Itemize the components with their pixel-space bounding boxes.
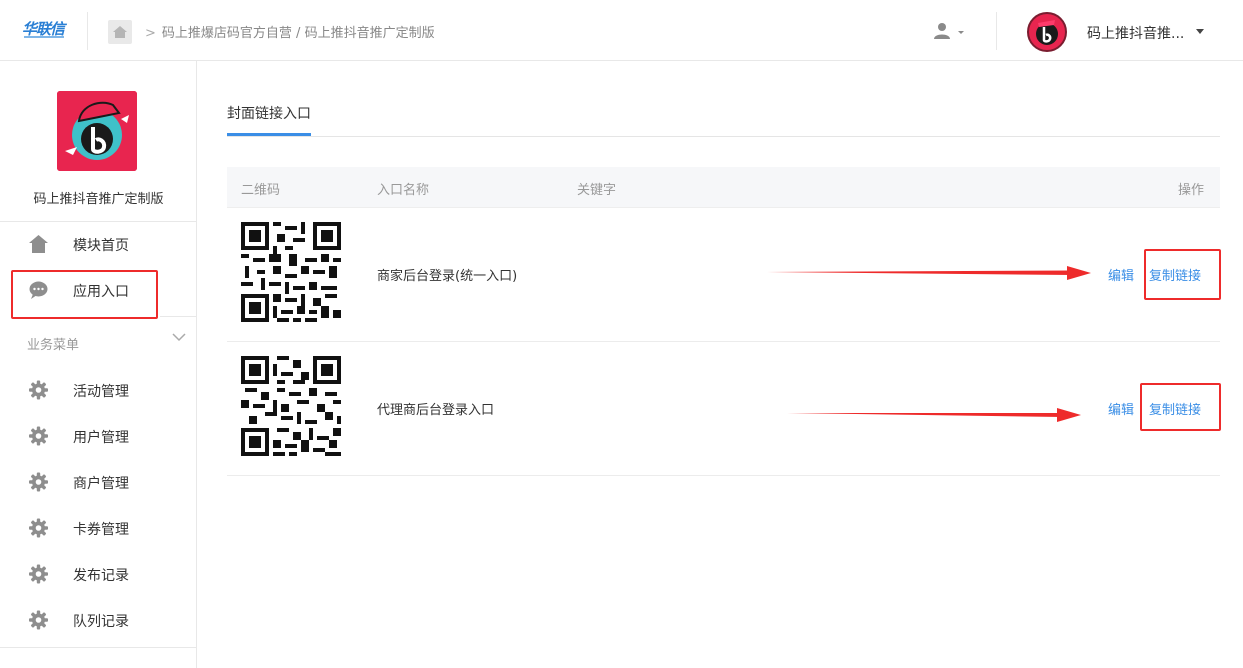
sidebar: 码上推抖音推广定制版 模块首页 应用入口 业务菜单 活动管理 用户管理 商户管理… — [0, 61, 197, 668]
sidebar-item-label: 活动管理 — [73, 384, 129, 400]
divider — [87, 12, 88, 50]
column-header-keyword: 关键字 — [577, 183, 617, 198]
tab-bar: 封面链接入口 — [227, 97, 1220, 137]
top-bar: 华联信 > 码上推爆店码官方自营 / 码上推抖音推广定制版 码上推抖音推... — [0, 0, 1243, 61]
entry-name: 商家后台登录(统一入口) — [377, 269, 518, 284]
sidebar-item-coupons[interactable]: 卡券管理 — [0, 505, 197, 551]
gear-icon — [29, 426, 48, 446]
chevron-right-icon: > — [145, 26, 156, 41]
sidebar-item-label: 卡券管理 — [73, 522, 129, 538]
breadcrumb-item[interactable]: 码上推抖音推广定制版 — [305, 26, 435, 41]
column-header-name: 入口名称 — [377, 183, 430, 198]
sidebar-item-label: 模块首页 — [73, 238, 129, 254]
app-logo-icon — [57, 91, 137, 171]
chevron-down-icon[interactable] — [172, 332, 186, 342]
qr-code-image[interactable] — [241, 356, 341, 456]
sidebar-item-module-home[interactable]: 模块首页 — [0, 221, 197, 267]
breadcrumb: > 码上推爆店码官方自营 / 码上推抖音推广定制版 — [145, 26, 435, 41]
section-title: 业务菜单 — [27, 338, 80, 353]
app-avatar-icon — [1036, 20, 1058, 45]
app-logo — [57, 91, 137, 171]
divider — [996, 12, 997, 50]
user-menu-button[interactable] — [933, 22, 969, 42]
home-icon — [113, 26, 127, 38]
edit-link[interactable]: 编辑 — [1108, 399, 1134, 418]
sidebar-item-users[interactable]: 用户管理 — [0, 413, 197, 459]
caret-down-icon[interactable] — [1196, 29, 1204, 34]
column-header-action: 操作 — [1178, 183, 1205, 198]
sidebar-item-merchants[interactable]: 商户管理 — [0, 459, 197, 505]
sidebar-item-label: 商户管理 — [73, 476, 129, 492]
gear-icon — [29, 380, 48, 400]
annotation-highlight-box — [11, 270, 158, 319]
table-header: 二维码 入口名称 关键字 操作 — [227, 167, 1220, 208]
active-tab-indicator — [227, 133, 311, 136]
sidebar-item-label: 用户管理 — [73, 430, 129, 446]
user-icon — [934, 23, 964, 39]
gear-icon — [29, 564, 48, 584]
account-name[interactable]: 码上推抖音推... — [1087, 23, 1184, 43]
brand-logo-underline — [24, 36, 64, 38]
sidebar-item-label: 发布记录 — [73, 568, 129, 584]
table-row: 代理商后台登录入口 编辑 复制链接 — [227, 342, 1221, 476]
sidebar-item-publish-records[interactable]: 发布记录 — [0, 551, 197, 597]
annotation-arrow — [787, 408, 1081, 422]
brand-logo[interactable]: 华联信 — [22, 18, 66, 44]
sidebar-item-label: 队列记录 — [73, 614, 129, 630]
home-icon — [29, 235, 48, 253]
annotation-highlight-box — [1140, 383, 1221, 431]
app-name: 码上推抖音推广定制版 — [33, 192, 164, 207]
gear-icon — [29, 610, 48, 630]
tab-cover-link-entry[interactable]: 封面链接入口 — [227, 103, 311, 123]
divider — [160, 316, 197, 317]
annotation-arrow — [767, 266, 1091, 280]
entry-name: 代理商后台登录入口 — [377, 403, 495, 418]
home-button[interactable] — [108, 20, 132, 44]
gear-icon — [29, 472, 48, 492]
qr-code-image[interactable] — [241, 222, 341, 322]
edit-link[interactable]: 编辑 — [1108, 265, 1134, 284]
sidebar-item-queue-records[interactable]: 队列记录 — [0, 597, 197, 643]
table-row: 商家后台登录(统一入口) 编辑 复制链接 — [227, 208, 1221, 342]
avatar[interactable] — [1027, 12, 1067, 52]
gear-icon — [29, 518, 48, 538]
divider — [0, 647, 197, 648]
annotation-highlight-box — [1144, 249, 1221, 300]
column-header-qr: 二维码 — [241, 183, 281, 198]
sidebar-item-activity[interactable]: 活动管理 — [0, 367, 197, 413]
breadcrumb-item[interactable]: 码上推爆店码官方自营 — [162, 26, 292, 41]
